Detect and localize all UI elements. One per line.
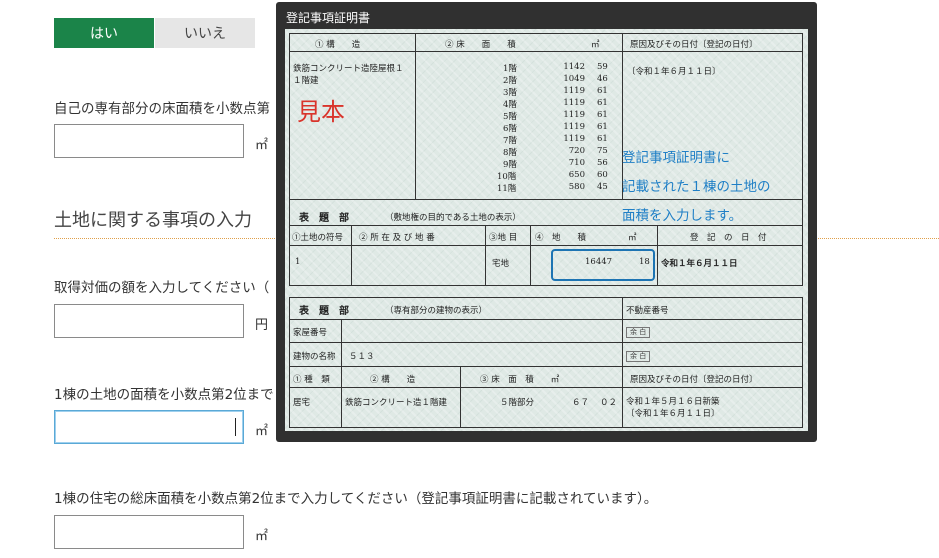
- floor-label: 3階: [503, 88, 517, 98]
- own-area-unit: ㎡: [255, 138, 269, 153]
- floor-label: 8階: [503, 148, 517, 158]
- land-area-highlight: [551, 249, 655, 281]
- annotation-line-3: 面積を入力します。: [622, 208, 743, 224]
- price-unit: 円: [255, 318, 269, 333]
- building-name-label: 建物の名称: [293, 352, 336, 362]
- yes-button[interactable]: はい: [54, 18, 154, 48]
- structure-text-2: １階建: [293, 76, 319, 86]
- own-area-question: 自己の専有部分の床面積を小数点第: [54, 101, 270, 117]
- floor-label: 5階: [503, 112, 517, 122]
- unit-col-date: 原因及びその日付〔登記の日付〕: [630, 375, 758, 385]
- floor-label: 10階: [497, 172, 517, 182]
- unit-kind: 居宅: [293, 398, 311, 408]
- registration-certificate-popup[interactable]: 登記事項証明書 ① 構 造 ② 床 面 積 ㎡ 原因及びその日付〔登記の日付〕 …: [276, 2, 817, 442]
- land-col-date: 登 記 の 日 付: [690, 233, 767, 243]
- unit-area-decimal: ０２: [600, 398, 618, 408]
- unit-title-note: （専有部分の建物の表示）: [385, 306, 488, 316]
- unit-col-kind: ① 種 類: [293, 375, 330, 385]
- floor-label: 2階: [503, 76, 517, 86]
- real-estate-number-label: 不動産番号: [626, 306, 669, 316]
- floor-area: 580: [568, 182, 585, 192]
- floor-area: 1119: [563, 98, 585, 108]
- floor-area-decimal: 61: [597, 98, 608, 108]
- blank-stamp: 余 白: [626, 351, 651, 362]
- land-reg-date: 令和１年６月１１日: [661, 259, 738, 269]
- text-caret: [235, 418, 236, 436]
- unit-reg-date: 〔令和１年６月１１日〕: [626, 409, 720, 419]
- floor-area-decimal: 59: [597, 62, 608, 72]
- unit-area: ６７: [572, 398, 590, 408]
- floor-area-decimal: 61: [597, 86, 608, 96]
- unit-floor: ５階部分: [500, 398, 535, 408]
- land-title-note: （敷地権の目的である土地の表示）: [385, 213, 521, 223]
- floor-label: 6階: [503, 124, 517, 134]
- blank-stamp: 余 白: [626, 327, 651, 338]
- annotation-line-2: 記載された１棟の土地の: [622, 179, 771, 195]
- floor-label: 1階: [503, 64, 517, 74]
- structure-text-1: 鉄筋コンクリート造陸屋根１: [293, 64, 404, 74]
- unit-col-structure: ② 構 造: [370, 375, 416, 385]
- floor-area: 1119: [563, 122, 585, 132]
- unit-title-header: 表 題 部: [299, 306, 349, 317]
- floor-area-decimal: 46: [597, 74, 608, 84]
- floor-area-decimal: 56: [597, 158, 608, 168]
- floor-area: 720: [568, 146, 585, 156]
- floor-area-decimal: 45: [597, 182, 608, 192]
- land-area-unit: ㎡: [255, 424, 269, 439]
- land-category: 宅地: [492, 259, 510, 269]
- no-button[interactable]: いいえ: [155, 18, 255, 48]
- house-number-label: 家屋番号: [293, 328, 328, 338]
- header-sqm: ㎡: [591, 40, 600, 50]
- land-col-category: ③地 目: [489, 233, 518, 243]
- floor-area-decimal: 60: [597, 170, 608, 180]
- popup-title: 登記事項証明書: [286, 11, 371, 25]
- land-title-header: 表 題 部: [299, 213, 349, 224]
- land-code: 1: [295, 257, 301, 267]
- header-floor-area: ② 床 面 積: [445, 40, 516, 50]
- floor-area: 1142: [563, 62, 585, 72]
- land-col-area: ④ 地 積: [535, 233, 587, 243]
- header-cause-date: 原因及びその日付〔登記の日付〕: [630, 40, 758, 50]
- annotation-line-1: 登記事項証明書に: [622, 150, 730, 166]
- land-col-location: ② 所 在 及 び 地 番: [359, 233, 435, 243]
- floor-label: 7階: [503, 136, 517, 146]
- total-floor-unit: ㎡: [255, 529, 269, 544]
- floor-area: 1119: [563, 134, 585, 144]
- floor-area: 710: [568, 158, 585, 168]
- unit-new-build-date: 令和１年５月１６日新築: [626, 397, 720, 407]
- price-question: 取得対価の額を入力してください（: [54, 280, 270, 296]
- floor-area: 1119: [563, 110, 585, 120]
- own-area-input[interactable]: [54, 124, 244, 158]
- unit-structure: 鉄筋コンクリート造１階建: [345, 398, 448, 408]
- sample-label: 見本: [297, 98, 345, 126]
- land-area-input[interactable]: [54, 410, 244, 444]
- total-floor-question: 1棟の住宅の総床面積を小数点第2位まで入力してください（登記事項証明書に記載され…: [54, 491, 658, 507]
- price-input[interactable]: [54, 304, 244, 338]
- floor-label: 9階: [503, 160, 517, 170]
- total-floor-input[interactable]: [54, 515, 244, 549]
- certificate-sample-image: ① 構 造 ② 床 面 積 ㎡ 原因及びその日付〔登記の日付〕 鉄筋コンクリート…: [285, 29, 808, 431]
- header-structure: ① 構 造: [315, 40, 361, 50]
- section-title-land: 土地に関する事項の入力: [54, 210, 252, 231]
- floor-label: 4階: [503, 100, 517, 110]
- floor-area-decimal: 61: [597, 110, 608, 120]
- unit-col-area: ③ 床 面 積 ㎡: [480, 375, 560, 385]
- floor-area: 650: [568, 170, 585, 180]
- floor-label: 11階: [497, 184, 517, 194]
- floor-area: 1049: [563, 74, 585, 84]
- floor-area-decimal: 61: [597, 134, 608, 144]
- floor-area-decimal: 61: [597, 122, 608, 132]
- floor-area-decimal: 75: [597, 146, 608, 156]
- registration-date: 〔令和１年６月１１日〕: [627, 67, 721, 77]
- land-col-sqm: ㎡: [628, 233, 637, 243]
- land-col-code: ①土地の符号: [292, 233, 344, 243]
- land-area-question: 1棟の土地の面積を小数点第2位まで: [54, 387, 274, 403]
- floor-area: 1119: [563, 86, 585, 96]
- building-name: ５１３: [349, 352, 375, 362]
